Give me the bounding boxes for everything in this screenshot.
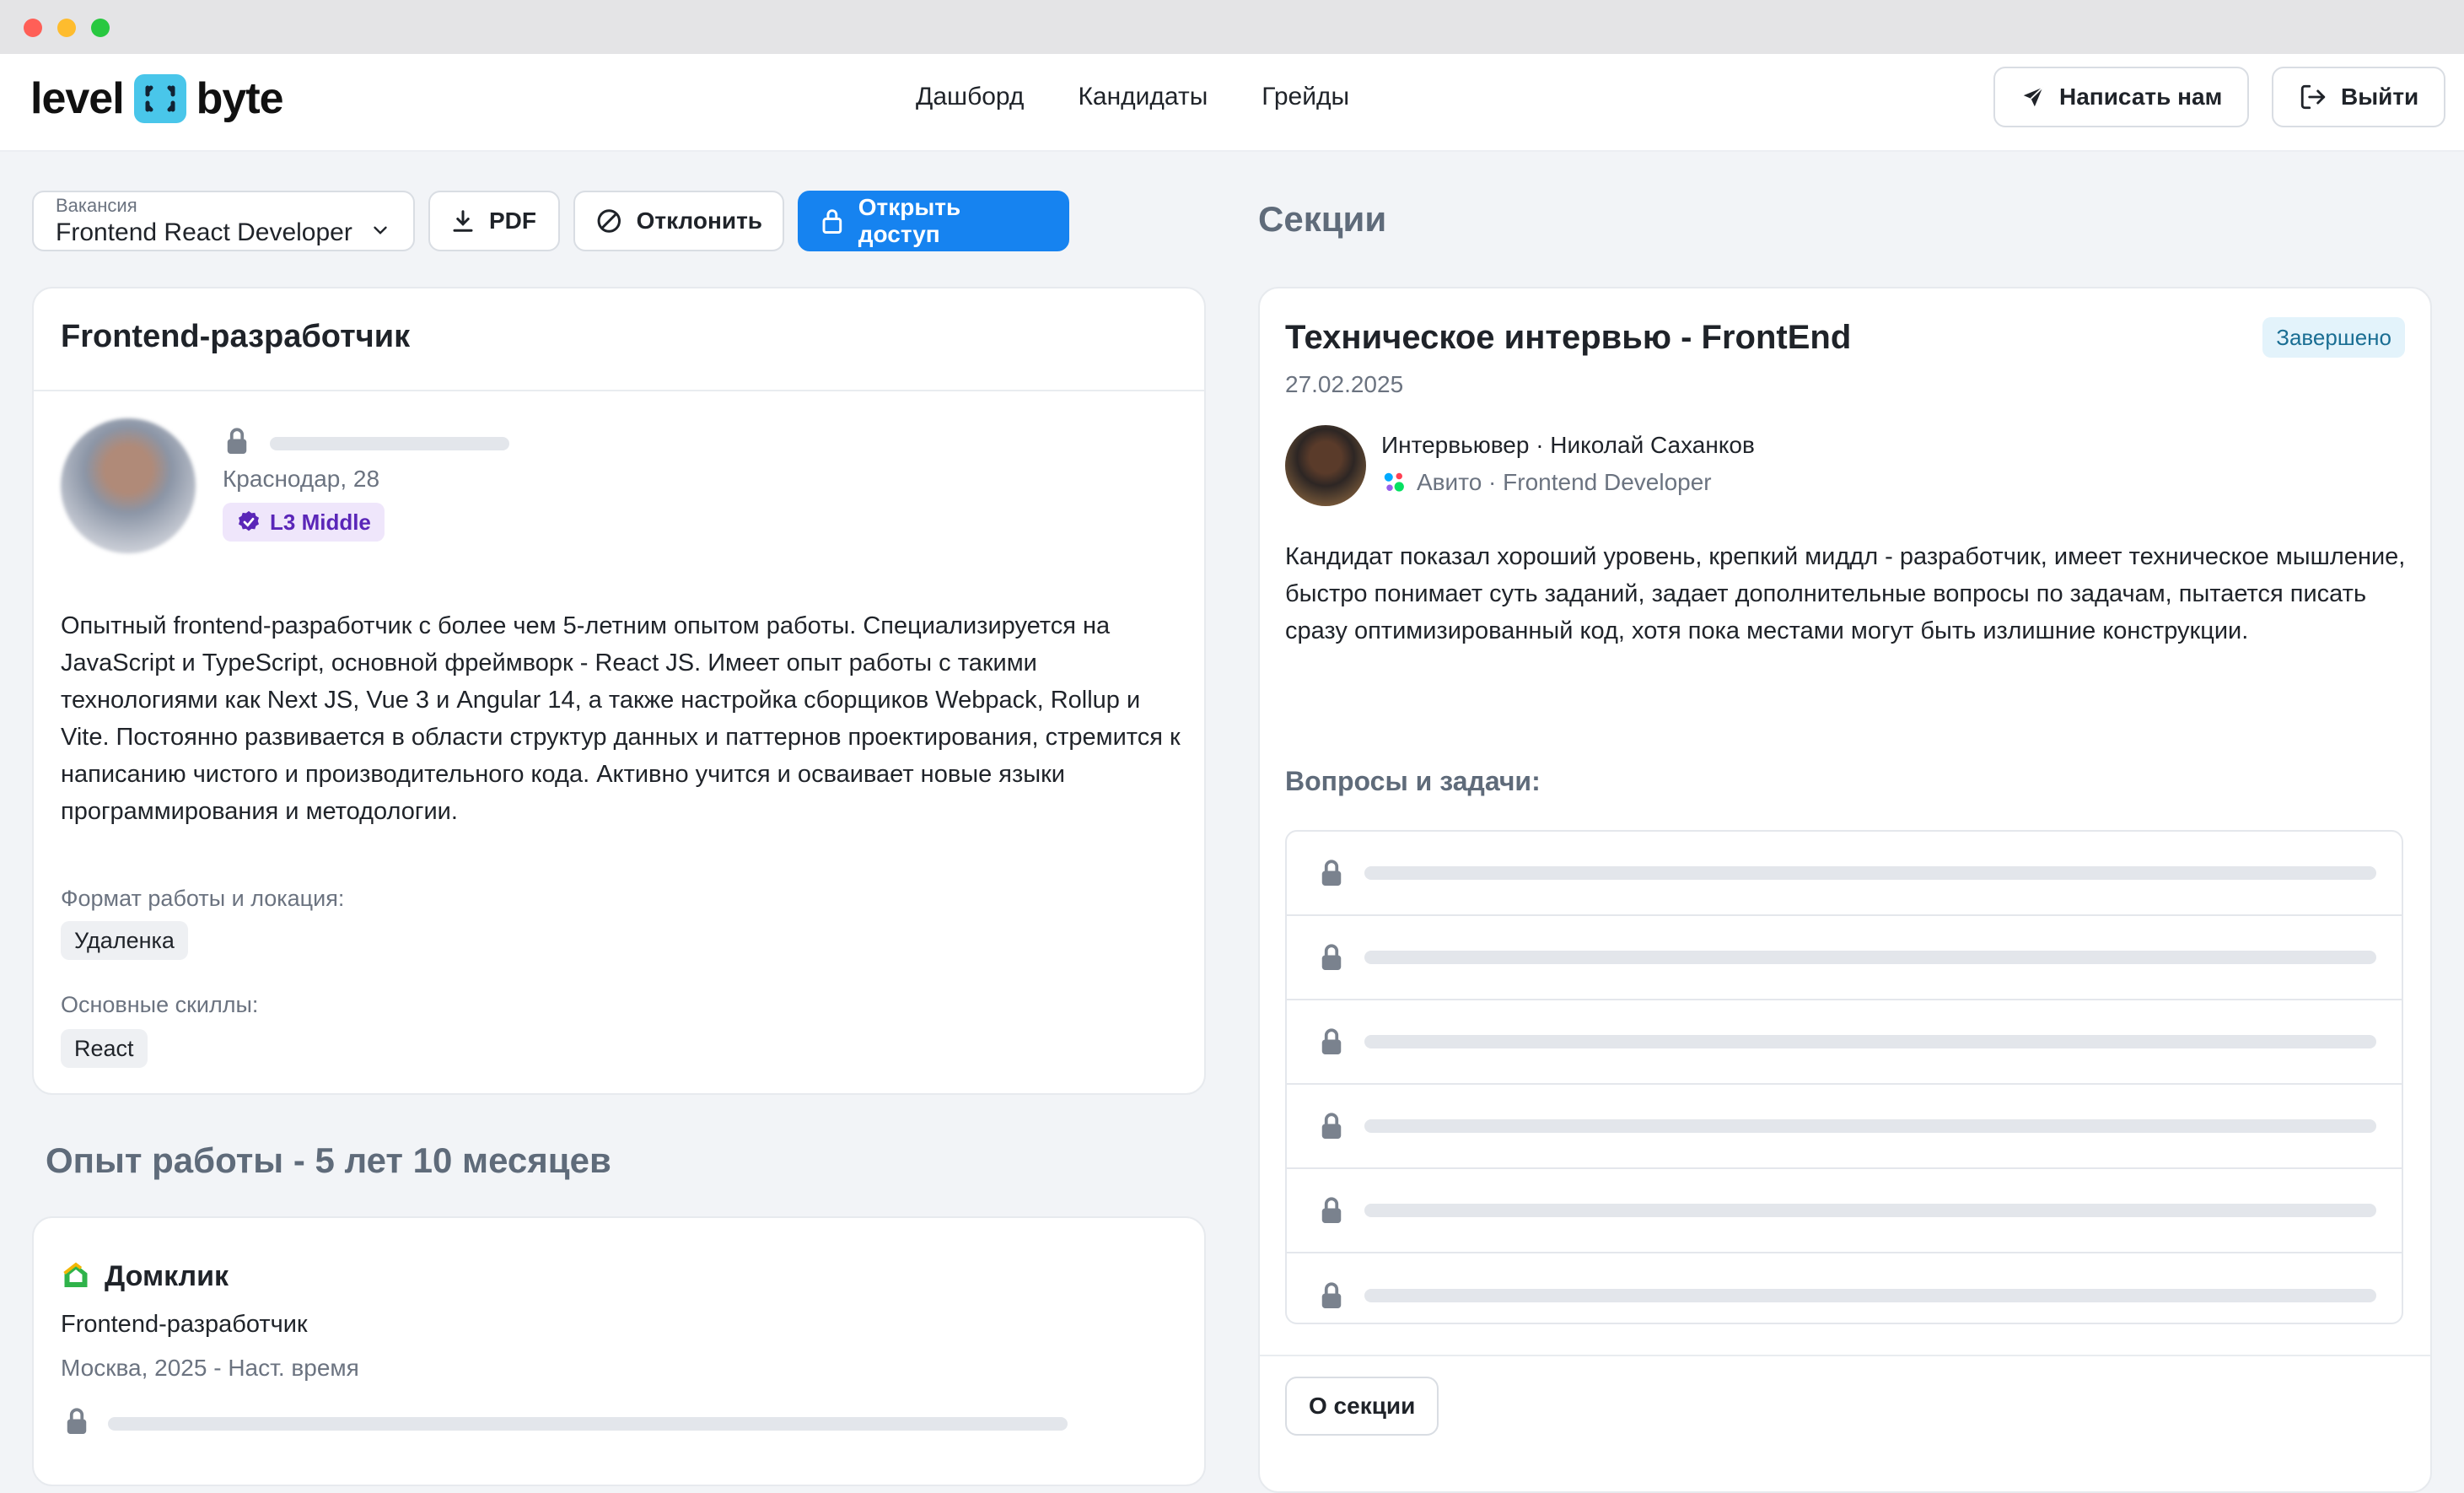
- profile-title: Frontend-разработчик: [61, 319, 411, 354]
- hidden-name-placeholder: [270, 437, 509, 450]
- work-format-label: Формат работы и локация:: [61, 886, 345, 911]
- close-window-button[interactable]: [24, 19, 42, 37]
- logo[interactable]: level byte: [30, 69, 284, 128]
- interview-title: Техническое интервью - FrontEnd: [1285, 319, 1852, 356]
- questions-list: [1285, 830, 2403, 1324]
- avito-logo-icon: [1384, 472, 1404, 492]
- locked-question-row: [1287, 1085, 2402, 1169]
- locked-question-row: [1287, 916, 2402, 1000]
- nav-item-candidates[interactable]: Кандидаты: [1078, 83, 1208, 111]
- logo-word-byte: byte: [196, 74, 284, 123]
- pdf-button[interactable]: PDF: [428, 191, 560, 251]
- verified-badge-icon: [239, 510, 259, 531]
- interview-section-card: Техническое интервью - FrontEnd Завершен…: [1258, 287, 2432, 1493]
- interviewer-company: Авито · Frontend Developer: [1381, 469, 1712, 496]
- lock-icon: [227, 428, 247, 454]
- lock-icon: [1321, 1028, 1342, 1054]
- candidate-city-age: Краснодар, 28: [223, 466, 380, 492]
- block-icon: [597, 209, 621, 233]
- experience-location-period: Москва, 2025 - Наст. время: [61, 1355, 359, 1381]
- candidate-profile-card: Frontend-разработчик Краснодар, 28 L3 Mi…: [32, 287, 1206, 1095]
- open-access-label: Открыть доступ: [858, 194, 961, 247]
- logo-word-level: level: [30, 74, 125, 123]
- grade-badge: L3 Middle: [223, 503, 385, 542]
- lock-icon: [1321, 860, 1342, 886]
- locked-question-row: [1287, 1000, 2402, 1085]
- grade-label: L3 Middle: [270, 509, 371, 535]
- skills-label: Основные скиллы:: [61, 992, 259, 1017]
- interviewer-name: Интервьювер · Николай Саханков: [1381, 432, 1755, 458]
- question-placeholder: [1364, 866, 2376, 880]
- candidate-bio: Опытный frontend-разработчик с более чем…: [61, 612, 1181, 825]
- work-format-chip: Удаленка: [61, 921, 188, 960]
- window-titlebar: [0, 0, 2464, 54]
- about-section-button[interactable]: О секции: [1285, 1377, 1439, 1436]
- lock-icon: [1321, 1113, 1342, 1139]
- section-footer-divider: [1260, 1355, 2430, 1356]
- hidden-experience-placeholder: [108, 1417, 1068, 1431]
- locked-question-row: [1287, 1253, 2402, 1323]
- lock-icon: [1321, 944, 1342, 970]
- logout-icon: [2300, 84, 2326, 110]
- lock-icon: [1321, 1197, 1342, 1223]
- contact-us-button[interactable]: Написать нам: [1993, 67, 2250, 127]
- question-placeholder: [1364, 1119, 2376, 1133]
- main-nav: Дашборд Кандидаты Грейды: [916, 83, 1349, 111]
- nav-item-grades[interactable]: Грейды: [1262, 83, 1349, 111]
- status-badge: Завершено: [2262, 317, 2405, 358]
- send-icon: [2023, 87, 2043, 107]
- reject-button[interactable]: Отклонить: [573, 191, 784, 251]
- question-placeholder: [1364, 1289, 2376, 1302]
- question-placeholder: [1364, 1035, 2376, 1048]
- questions-heading: Вопросы и задачи:: [1285, 766, 1541, 796]
- experience-heading: Опыт работы - 5 лет 10 месяцев: [46, 1140, 611, 1180]
- skill-chip: React: [61, 1029, 148, 1068]
- vacancy-select-label: Вакансия: [56, 195, 137, 216]
- avatar: [61, 418, 196, 553]
- experience-role: Frontend-разработчик: [61, 1311, 308, 1338]
- profile-divider: [34, 390, 1204, 391]
- logout-label: Выйти: [2341, 84, 2419, 110]
- question-placeholder: [1364, 1204, 2376, 1217]
- lock-icon: [67, 1408, 87, 1434]
- open-access-button[interactable]: Открыть доступ: [798, 191, 1069, 251]
- experience-company: Домклик: [61, 1260, 229, 1293]
- locked-question-row: [1287, 832, 2402, 916]
- lock-icon: [1321, 1282, 1342, 1308]
- vacancy-select-value: Frontend React Developer: [56, 218, 352, 246]
- chevron-down-icon: [374, 226, 387, 234]
- nav-item-dashboard[interactable]: Дашборд: [916, 83, 1024, 111]
- experience-card: Домклик Frontend-разработчик Москва, 202…: [32, 1216, 1206, 1486]
- vacancy-select[interactable]: Вакансия Frontend React Developer: [32, 191, 415, 251]
- locked-question-row: [1287, 1169, 2402, 1253]
- download-icon: [453, 210, 473, 232]
- question-placeholder: [1364, 951, 2376, 964]
- app-header: level byte Дашборд Кандидаты Грейды Напи…: [0, 54, 2464, 152]
- reject-label: Отклонить: [636, 208, 762, 234]
- domclick-logo-icon: [63, 1262, 88, 1287]
- pdf-label: PDF: [489, 208, 536, 234]
- lock-icon: [822, 209, 842, 234]
- minimize-window-button[interactable]: [57, 19, 76, 37]
- sections-heading: Секции: [1258, 199, 1387, 239]
- logout-button[interactable]: Выйти: [2272, 67, 2446, 127]
- interview-date: 27.02.2025: [1285, 371, 1404, 397]
- candidate-toolbar: Вакансия Frontend React Developer PDF От…: [32, 191, 1069, 251]
- logo-mark-icon: [133, 74, 186, 123]
- interviewer-avatar: [1285, 425, 1366, 506]
- contact-us-label: Написать нам: [2059, 84, 2223, 110]
- interview-feedback: Кандидат показал хороший уровень, крепки…: [1285, 543, 2406, 644]
- maximize-window-button[interactable]: [91, 19, 110, 37]
- experience-company-name: Домклик: [105, 1260, 229, 1292]
- interviewer-company-label: Авито · Frontend Developer: [1417, 469, 1712, 495]
